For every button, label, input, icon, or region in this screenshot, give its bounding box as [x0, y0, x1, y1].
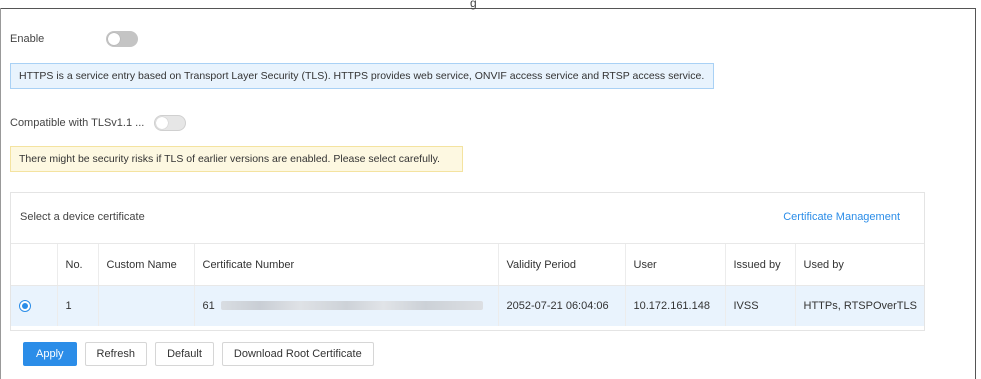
certificate-panel: Select a device certificate Certificate …	[10, 192, 925, 331]
cell-validity-period: 2052-07-21 06:04:06	[497, 285, 625, 326]
col-no: No.	[56, 243, 98, 286]
https-info-banner: HTTPS is a service entry based on Transp…	[10, 63, 714, 89]
tls-compat-toggle[interactable]	[154, 115, 187, 131]
certificate-management-link[interactable]: Certificate Management	[783, 211, 900, 223]
table-header-row: No. Custom Name Certificate Number Valid…	[11, 243, 924, 286]
cut-off-heading: g	[470, 0, 477, 10]
panel-border-right	[975, 8, 976, 379]
col-used-by: Used by	[794, 243, 924, 286]
col-custom-name: Custom Name	[97, 243, 194, 286]
download-root-certificate-button[interactable]: Download Root Certificate	[221, 342, 374, 366]
cell-used-by: HTTPs, RTSPOverTLS	[794, 285, 924, 326]
certificate-panel-header: Select a device certificate Certificate …	[11, 193, 924, 239]
panel-border-left	[0, 8, 1, 379]
tls-compat-label: Compatible with TLSv1.1 ...	[10, 117, 145, 129]
cell-certificate-number: 61	[193, 285, 498, 326]
certificate-number-prefix: 61	[202, 299, 215, 312]
default-button[interactable]: Default	[155, 342, 214, 366]
tls-compat-row: Compatible with TLSv1.1 ...	[10, 114, 187, 132]
certificate-table: No. Custom Name Certificate Number Valid…	[11, 243, 924, 326]
apply-button[interactable]: Apply	[23, 342, 77, 366]
refresh-button[interactable]: Refresh	[84, 342, 148, 366]
action-bar: Apply Refresh Default Download Root Cert…	[23, 342, 374, 366]
col-issued-by: Issued by	[724, 243, 795, 286]
col-select	[11, 243, 57, 286]
certificate-radio[interactable]	[19, 299, 31, 312]
cell-no: 1	[56, 285, 98, 326]
tls-warning-banner: There might be security risks if TLS of …	[10, 146, 463, 172]
col-user: User	[624, 243, 725, 286]
enable-row: Enable	[10, 30, 138, 48]
info-message: HTTPS is a service entry based on Transp…	[19, 70, 705, 82]
toggle-knob	[108, 33, 120, 45]
row-select-cell	[11, 285, 57, 326]
col-validity-period: Validity Period	[497, 243, 625, 286]
panel-border-top	[0, 8, 975, 9]
col-certificate-number: Certificate Number	[193, 243, 498, 286]
cell-issued-by: IVSS	[724, 285, 795, 326]
cell-user: 10.172.161.148	[624, 285, 725, 326]
toggle-knob	[156, 117, 169, 129]
certificate-panel-title: Select a device certificate	[20, 211, 145, 223]
warning-message: There might be security risks if TLS of …	[19, 153, 440, 165]
table-row[interactable]: 1 61 2052-07-21 06:04:06 10.172.161.148 …	[11, 285, 924, 326]
redacted-certificate-number	[220, 301, 483, 311]
enable-label: Enable	[10, 33, 45, 45]
cell-custom-name	[97, 285, 194, 326]
enable-toggle[interactable]	[106, 31, 138, 47]
